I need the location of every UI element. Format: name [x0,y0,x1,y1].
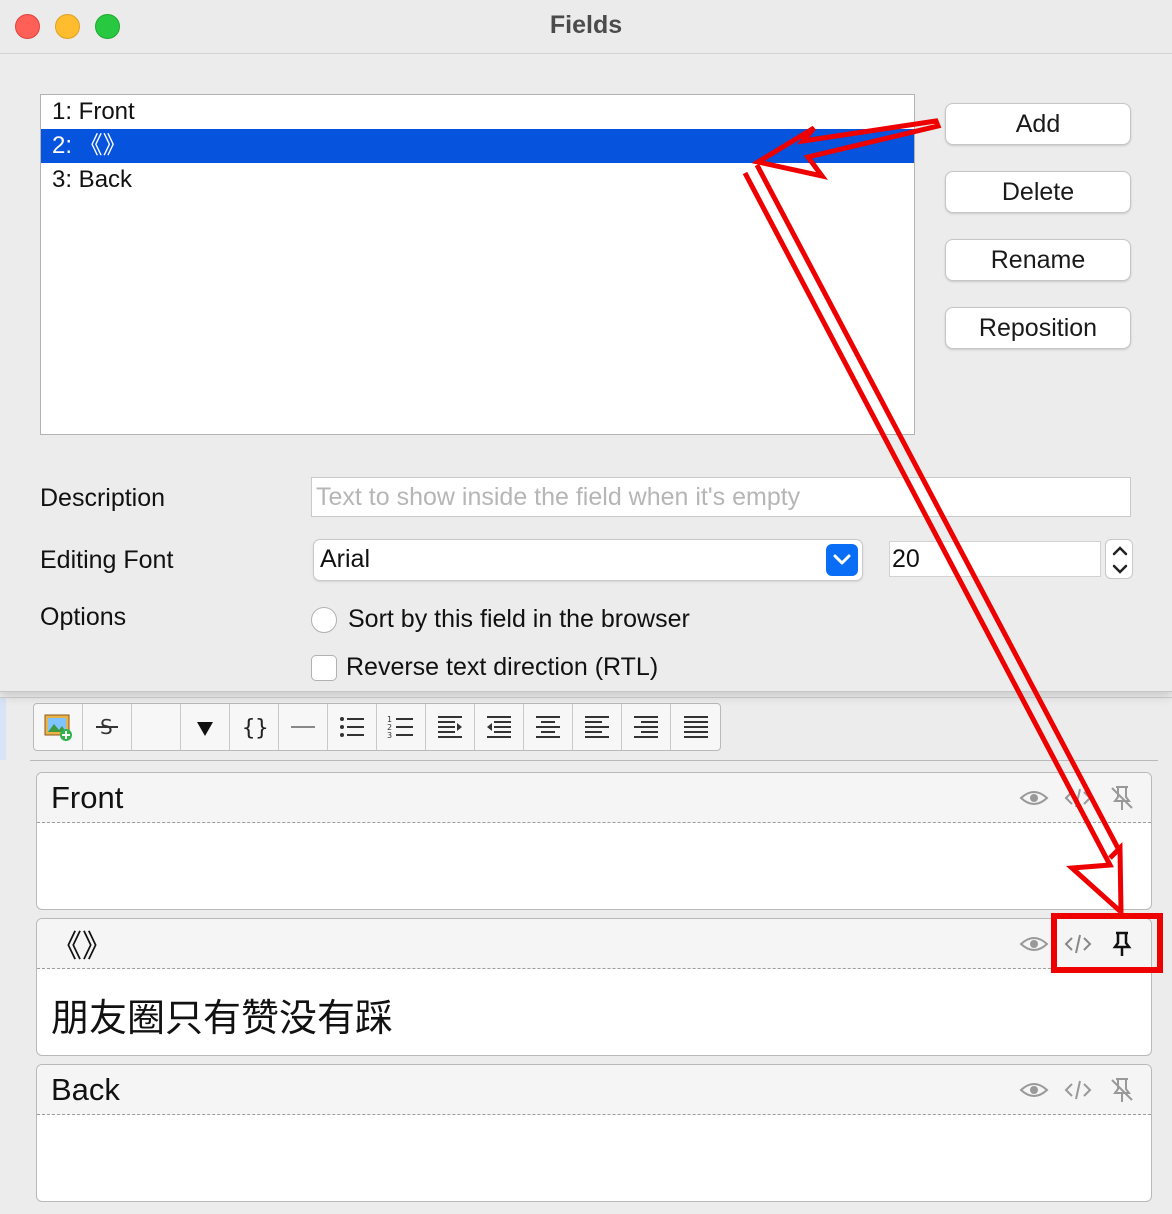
editing-font-label: Editing Font [40,546,174,574]
field-editor-brackets: 《》 朋友圈只有赞没有踩 [36,918,1152,1056]
rename-button[interactable]: Rename [945,239,1131,281]
delete-button[interactable]: Delete [945,171,1131,213]
options-label: Options [40,603,127,631]
eye-icon[interactable] [1019,1075,1049,1105]
fields-dialog: Fields 1: Front 2: 《》 3: Back Add Delete… [0,0,1172,692]
outdent-icon[interactable] [475,704,524,750]
eye-icon[interactable] [1019,929,1049,959]
dropdown-arrow-icon[interactable] [181,704,230,750]
field-list-item-brackets[interactable]: 2: 《》 [41,129,914,163]
window-title: Fields [549,11,623,39]
field-icon-group [1019,783,1137,813]
pin-icon[interactable] [1107,1075,1137,1105]
font-size-stepper[interactable] [1105,539,1133,579]
sort-option[interactable]: Sort by this field in the browser [311,605,690,634]
field-content[interactable] [37,823,1151,859]
field-editor-back: Back [36,1064,1152,1202]
font-size-input[interactable]: 20 [889,541,1101,577]
add-button[interactable]: Add [945,103,1131,145]
horizontal-rule-icon[interactable] [279,704,328,750]
indent-icon[interactable] [426,704,475,750]
svg-text:{}: {} [242,716,269,741]
field-name: Back [51,1071,120,1107]
svg-text:3: 3 [387,731,392,740]
font-select[interactable]: Arial [313,539,863,581]
strikethrough-icon[interactable]: S [83,704,132,750]
field-list-item-front[interactable]: 1: Front [41,95,914,129]
cloze-braces-icon[interactable]: {} [230,704,279,750]
justify-icon[interactable] [671,704,720,750]
pin-highlight-box [1051,913,1163,973]
rtl-option-label: Reverse text direction (RTL) [346,653,659,681]
field-list-item-back[interactable]: 3: Back [41,163,914,197]
rtl-checkbox[interactable] [311,654,337,681]
format-toolbar: S {} 123 [33,703,721,751]
pin-icon[interactable] [1107,783,1137,813]
rtl-option[interactable]: Reverse text direction (RTL) [311,653,658,682]
image-add-icon[interactable] [34,704,83,750]
html-code-icon[interactable] [1063,783,1093,813]
sort-radio[interactable] [311,606,337,633]
toolbar-divider [30,760,1158,761]
eye-icon[interactable] [1019,783,1049,813]
chevron-down-icon[interactable] [826,544,858,576]
description-label: Description [40,484,166,512]
font-select-value: Arial [320,545,371,573]
editor-window-edge [0,690,6,760]
field-icon-group [1019,1075,1137,1105]
description-input[interactable] [311,477,1131,517]
field-header: Front [37,773,1151,823]
field-header: 《》 [37,919,1151,969]
reposition-button[interactable]: Reposition [945,307,1131,349]
align-right-icon[interactable] [622,704,671,750]
field-name: Front [51,779,124,815]
numbered-list-icon[interactable]: 123 [377,704,426,750]
field-name: 《》 [51,929,113,964]
title-bar: Fields [0,0,1172,54]
html-code-icon[interactable] [1063,1075,1093,1105]
align-left-icon[interactable] [573,704,622,750]
field-header: Back [37,1065,1151,1115]
sort-option-label: Sort by this field in the browser [348,605,690,633]
align-center-icon[interactable] [524,704,573,750]
color-icon[interactable] [132,704,181,750]
field-content[interactable]: 朋友圈只有赞没有踩 [37,969,1151,1055]
field-editor-front: Front [36,772,1152,910]
bullet-list-icon[interactable] [328,704,377,750]
field-content[interactable] [37,1115,1151,1151]
field-list[interactable]: 1: Front 2: 《》 3: Back [40,94,915,435]
